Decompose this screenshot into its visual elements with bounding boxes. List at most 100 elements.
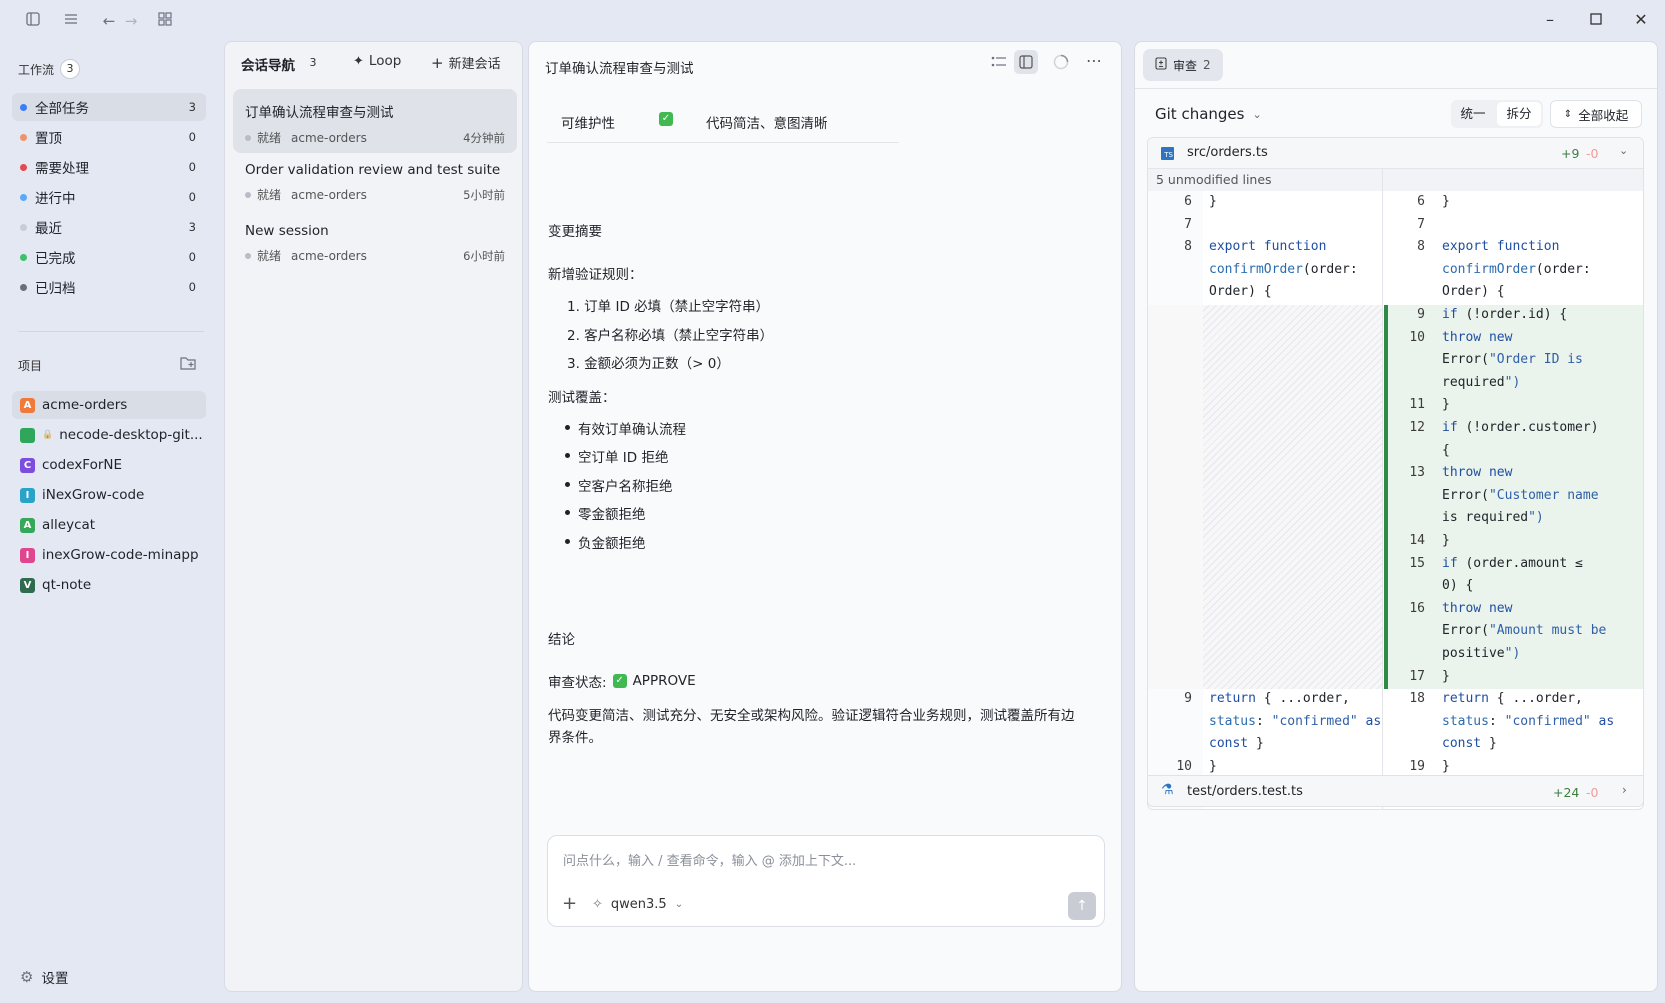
sidebar-item-count: 0 [188, 280, 196, 294]
settings-button[interactable]: ⚙ 设置 [20, 967, 68, 987]
project-item[interactable]: IinexGrow-code-minapp [12, 541, 206, 569]
model-selector[interactable]: ✧ qwen3.5 ⌄ [592, 897, 683, 912]
rule-item: 2. 客户名称必填（禁止空字符串） [567, 328, 774, 344]
sparkle-icon: ✦ [353, 53, 364, 69]
session-card[interactable]: 订单确认流程审查与测试 就绪 acme-orders 4分钟前 [233, 89, 517, 153]
unmodified-lines-bar[interactable]: 5 unmodified lines [1148, 169, 1643, 191]
gear-icon: ⚙ [20, 968, 34, 986]
project-item[interactable]: Aacme-orders [12, 391, 206, 419]
line-number [1152, 259, 1192, 281]
maximize-icon[interactable] [1584, 10, 1608, 30]
review-panel: 审查 2 Git changes ⌄ 统一 拆分 ⇕ 全部收起 TS src/o… [1134, 41, 1658, 992]
code-line: Order) { [1442, 284, 1505, 300]
sidebar-item-nav[interactable]: 全部任务 3 [12, 93, 206, 121]
sidebar-item-nav[interactable]: 最近 3 [12, 213, 206, 241]
code-line: const } [1209, 736, 1264, 752]
collapse-all-label: 全部收起 [1578, 107, 1629, 123]
line-number [1385, 349, 1425, 371]
conclusion-heading: 结论 [548, 632, 575, 648]
minimize-icon[interactable]: – [1538, 10, 1562, 30]
project-item[interactable]: Aalleycat [12, 511, 206, 539]
tab-review[interactable]: 审查 2 [1143, 49, 1223, 81]
git-changes-dropdown[interactable]: Git changes ⌄ [1155, 105, 1262, 123]
sidebar-item-nav[interactable]: 进行中 0 [12, 183, 206, 211]
status-dot-icon [20, 133, 27, 141]
project-avatar: I [20, 547, 35, 563]
session-card[interactable]: Order validation review and test suite 就绪… [233, 150, 517, 214]
collapse-all-button[interactable]: ⇕ 全部收起 [1550, 100, 1642, 128]
code-line: } [1209, 194, 1217, 209]
line-number: 6 [1417, 194, 1425, 209]
bullet-dot-icon [565, 510, 570, 515]
sidebar-item-label: 置顶 [35, 131, 62, 147]
project-item[interactable]: IiNexGrow-code [12, 481, 206, 509]
status-dot-icon [245, 191, 251, 198]
send-button[interactable]: ↑ [1068, 892, 1096, 920]
sidebar-item-nav[interactable]: 已完成 0 [12, 243, 206, 271]
project-avatar: I [20, 487, 35, 503]
line-number: 8 [1417, 239, 1425, 255]
line-number [1385, 733, 1425, 755]
bullet-dot-icon [565, 453, 570, 458]
check-icon: ✓ [659, 112, 673, 126]
file-header-tests[interactable]: ⚗ test/orders.test.ts +24 -0 › [1147, 775, 1644, 807]
status-dot-icon [20, 193, 27, 201]
status-dot-icon [20, 253, 27, 261]
split-button[interactable]: 拆分 [1497, 102, 1541, 126]
approve-check-icon: ✓ [612, 674, 627, 688]
line-number: 7 [1417, 216, 1425, 232]
sidebar-item-nav[interactable]: 置顶 0 [12, 123, 206, 151]
loop-button[interactable]: ✦ Loop [353, 53, 401, 69]
settings-label: 设置 [41, 971, 69, 987]
file-header-orders[interactable]: TS src/orders.ts +9 -0 ⌄ [1148, 138, 1643, 169]
status-dot-icon [245, 252, 251, 259]
test-item: 空订单 ID 拒绝 [578, 450, 669, 466]
menu-icon[interactable] [62, 12, 80, 30]
new-folder-icon[interactable] [180, 356, 196, 374]
file-expand-chevron-icon[interactable]: › [1622, 783, 1627, 797]
grid-icon[interactable] [156, 12, 174, 30]
new-session-button[interactable]: + 新建会话 [431, 53, 501, 73]
line-number: 12 [1409, 420, 1425, 435]
line-number: 14 [1409, 533, 1425, 548]
more-icon[interactable]: ⋯ [1086, 51, 1102, 70]
view-toggle: 统一 拆分 [1451, 100, 1543, 128]
line-number: 11 [1409, 397, 1425, 413]
session-title: Order validation review and test suite [245, 162, 501, 178]
list-icon[interactable] [991, 55, 1007, 73]
panel-layout-icon[interactable] [1014, 50, 1038, 74]
review-status-value: APPROVE [632, 673, 696, 689]
session-title: New session [245, 223, 329, 239]
project-item[interactable]: 🔒 necode-desktop-git... [12, 421, 206, 449]
code-line: if (!order.customer) [1442, 420, 1599, 435]
unified-button[interactable]: 统一 [1451, 100, 1495, 128]
additions-count: +9 [1561, 146, 1580, 161]
line-number: 10 [1409, 329, 1425, 345]
message-input[interactable]: 问点什么，输入 / 查看命令，输入 @ 添加上下文... [563, 850, 856, 869]
back-icon[interactable]: ← [100, 12, 118, 30]
project-label: iNexGrow-code [42, 487, 145, 503]
tab-review-label: 审查 [1173, 58, 1198, 73]
project-item[interactable]: Vqt-note [12, 571, 206, 599]
session-repo: acme-orders [291, 187, 367, 202]
attach-plus-icon[interactable]: + [562, 893, 577, 914]
close-icon[interactable]: ✕ [1629, 10, 1653, 30]
project-avatar: A [20, 517, 35, 533]
git-changes-label: Git changes [1155, 105, 1245, 123]
session-card[interactable]: New session 就绪 acme-orders 6小时前 [233, 211, 517, 275]
forward-icon[interactable]: → [122, 12, 140, 30]
project-label: qt-note [42, 577, 92, 593]
line-number [1385, 485, 1425, 507]
sidebar-item-nav[interactable]: 已归档 0 [12, 273, 206, 301]
rule-item: 1. 订单 ID 必填（禁止空字符串） [567, 299, 770, 315]
line-number [1385, 643, 1425, 665]
model-name: qwen3.5 [610, 897, 667, 912]
project-item[interactable]: CcodexForNE [12, 451, 206, 479]
sidebar-item-label: 最近 [35, 221, 62, 237]
code-line: Error("Amount must be [1442, 623, 1607, 639]
sidebar-toggle-icon[interactable] [24, 12, 42, 30]
line-number: 9 [1417, 307, 1425, 322]
file-collapse-chevron-icon[interactable]: ⌄ [1619, 144, 1628, 157]
code-line: throw new [1442, 600, 1513, 616]
sidebar-item-nav[interactable]: 需要处理 0 [12, 153, 206, 181]
